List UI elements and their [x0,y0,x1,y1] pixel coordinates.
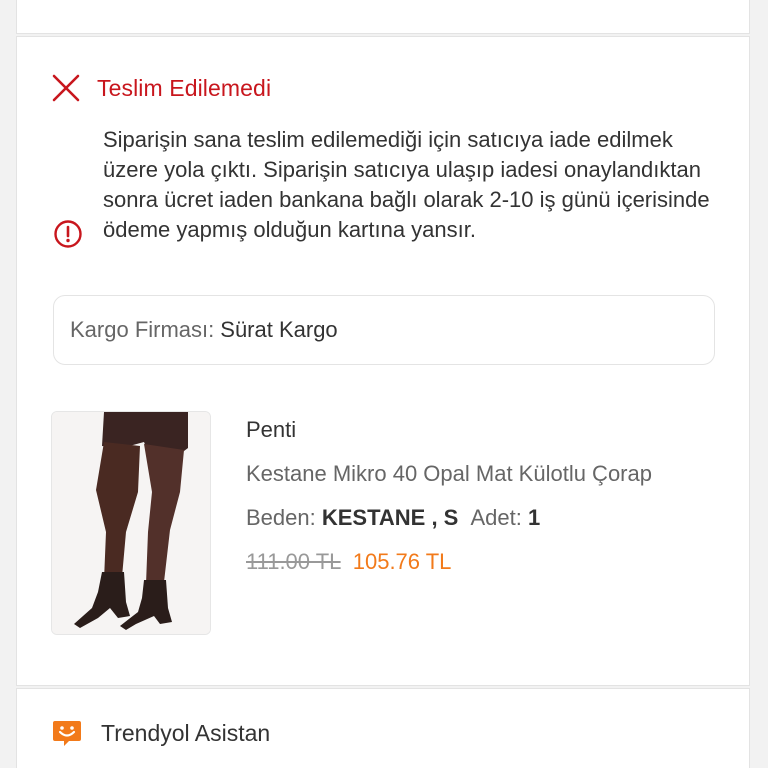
new-price: 105.76 TL [352,549,452,574]
quantity-label: Adet: [470,505,522,530]
product-photo [52,412,210,634]
previous-section-card [16,0,750,34]
product-info: Penti Kestane Mikro 40 Opal Mat Külotlu … [246,415,716,577]
delivery-status: Teslim Edilemedi [51,73,271,103]
product-image[interactable] [51,411,211,635]
size-value: KESTANE , S [321,505,459,530]
close-icon [52,74,80,102]
cargo-company-value: Sürat Kargo [220,317,338,342]
order-item-card: Teslim Edilemedi Siparişin sana teslim e… [16,36,750,686]
product-name[interactable]: Kestane Mikro 40 Opal Mat Külotlu Çorap [246,459,711,489]
assistant-chat-icon [53,721,81,746]
product-brand: Penti [246,417,297,442]
quantity-value: 1 [528,505,541,530]
assistant-card[interactable]: Trendyol Asistan [16,688,750,768]
size-label: Beden: [246,505,316,530]
product-variant: Beden: KESTANE , S Adet: 1 [246,503,716,533]
assistant-label: Trendyol Asistan [101,719,271,746]
old-price: 111.00 TL [246,549,341,574]
price-row: 111.00 TL 105.76 TL [246,547,716,577]
trendyol-assistant-button[interactable]: Trendyol Asistan [51,717,270,749]
status-label: Teslim Edilemedi [97,74,272,101]
info-circle-icon [54,220,82,248]
return-info-text: Siparişin sana teslim edilemediği için s… [103,127,710,242]
cargo-company-box: Kargo Firması: Sürat Kargo [53,295,715,365]
cargo-company-label: Kargo Firması: [70,317,215,342]
